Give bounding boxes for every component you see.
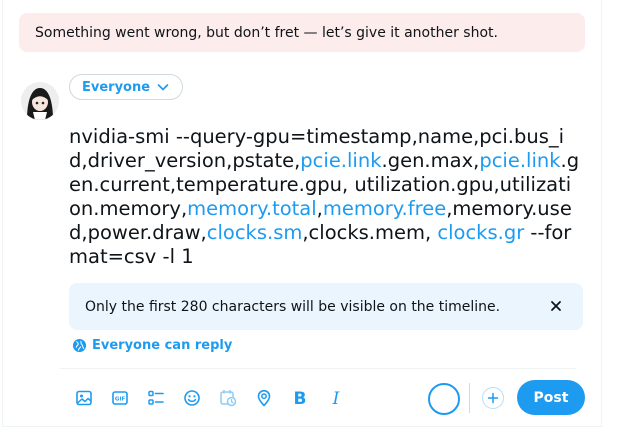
italic-icon: I (332, 389, 340, 407)
gif-icon: GIF (112, 391, 128, 405)
schedule-icon (220, 389, 237, 407)
toolbar-separator (469, 383, 470, 413)
compose-link[interactable]: clocks.sm (207, 221, 303, 244)
chevron-down-icon (157, 84, 169, 91)
close-icon[interactable] (549, 299, 563, 313)
compose-toolbar: GIF B I (66, 382, 354, 414)
reply-label: Everyone can reply (92, 337, 233, 353)
compose-link[interactable]: pcie.link (479, 149, 560, 172)
compose-link[interactable]: memory.free (323, 197, 446, 220)
post-label: Post (533, 389, 569, 406)
poll-button[interactable] (138, 382, 174, 414)
schedule-button[interactable] (210, 382, 246, 414)
error-message: Something went wrong, but don’t fret — l… (35, 24, 498, 41)
compose-text-segment: ,clocks.mem, (302, 221, 438, 244)
avatar[interactable] (21, 82, 59, 120)
compose-textbox[interactable]: nvidia-smi --query-gpu=timestamp,name,pc… (69, 125, 581, 269)
plus-icon (487, 392, 499, 404)
audience-label: Everyone (82, 79, 151, 95)
media-button[interactable] (66, 382, 102, 414)
error-banner: Something went wrong, but don’t fret — l… (19, 13, 585, 52)
poll-icon (148, 390, 164, 405)
gif-label: GIF (115, 397, 126, 403)
bold-button[interactable]: B (282, 382, 318, 414)
globe-icon (72, 338, 87, 352)
char-limit-notice: Only the first 280 characters will be vi… (69, 283, 583, 330)
post-button[interactable]: Post (517, 380, 585, 415)
emoji-icon (184, 390, 200, 406)
emoji-button[interactable] (174, 382, 210, 414)
compose-link[interactable]: pcie.link (300, 149, 381, 172)
italic-button[interactable]: I (318, 382, 354, 414)
italic-label: I (332, 389, 340, 407)
compose-link[interactable]: memory.total (187, 197, 316, 220)
divider (60, 368, 576, 369)
compose-link[interactable]: clocks.gr (437, 221, 524, 244)
compose-text-segment: .gen.max, (381, 149, 480, 172)
notice-message: Only the first 280 characters will be vi… (85, 298, 501, 315)
location-icon (257, 389, 271, 407)
add-post-button[interactable] (482, 387, 504, 409)
avatar-image (21, 82, 59, 120)
audience-selector[interactable]: Everyone (69, 74, 184, 100)
image-icon (76, 390, 92, 406)
gif-button[interactable]: GIF (102, 382, 138, 414)
reply-settings-button[interactable]: Everyone can reply (72, 335, 232, 355)
character-count-ring (428, 383, 460, 415)
bold-icon: B (294, 389, 307, 407)
bold-label: B (294, 389, 307, 407)
location-button[interactable] (246, 382, 282, 414)
